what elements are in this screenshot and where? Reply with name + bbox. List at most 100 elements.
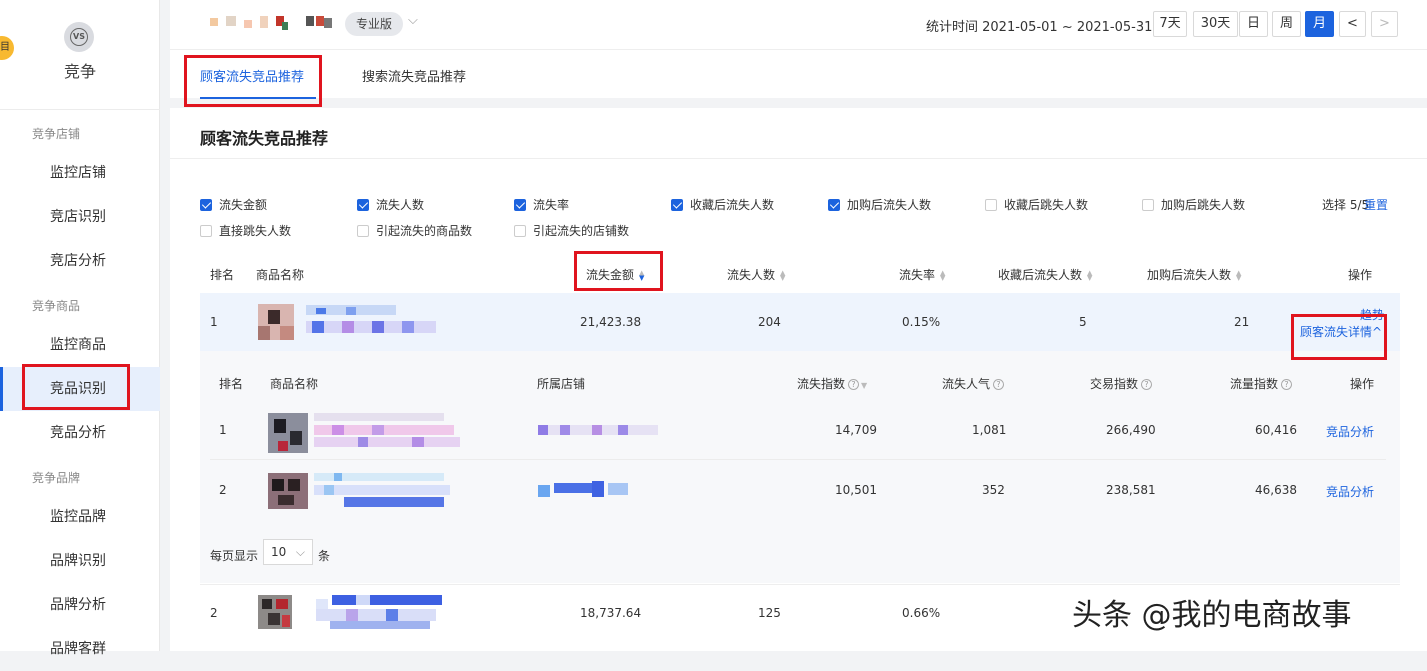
row-rank: 1 xyxy=(210,315,218,329)
loss-detail-toggle[interactable]: 顾客流失详情^ xyxy=(1300,323,1382,340)
metric-label: 流失率 xyxy=(533,198,570,212)
next-period-button[interactable]: > xyxy=(1371,11,1398,37)
checkbox-icon[interactable] xyxy=(357,224,369,237)
header-label: 交易指数 xyxy=(1090,377,1139,391)
sub-col-shop: 所属店铺 xyxy=(537,377,586,391)
product-analysis-link[interactable]: 竞品分析 xyxy=(1326,423,1374,440)
chevron-down-icon[interactable]: ⌵ xyxy=(408,13,418,28)
sidebar-item-monitor-brand[interactable]: 监控品牌 xyxy=(0,495,160,539)
checkbox-checked-icon[interactable] xyxy=(514,198,526,211)
metric-label: 引起流失的店铺数 xyxy=(533,224,630,238)
sidebar-item-product-identify[interactable]: 竞品识别 xyxy=(0,367,160,411)
product-title-blurred[interactable] xyxy=(316,595,446,629)
metric-checkbox[interactable]: 流失人数 xyxy=(357,196,424,213)
metric-checkbox[interactable]: 收藏后跳失人数 xyxy=(985,196,1088,213)
range-week-button[interactable]: 周 xyxy=(1272,11,1301,37)
checkbox-checked-icon[interactable] xyxy=(357,198,369,211)
checkbox-icon[interactable] xyxy=(1142,198,1154,211)
help-icon[interactable]: ? xyxy=(1141,379,1153,390)
trend-link[interactable]: 趋势 xyxy=(1360,306,1384,323)
table-row[interactable]: 1 21,423.38 204 0.15% 5 21 趋势 顾客流失详情^ xyxy=(200,293,1400,351)
sidebar-item-monitor-product[interactable]: 监控商品 xyxy=(0,323,160,367)
col-header-loss-rate[interactable]: 流失率 ▲ ▼ xyxy=(899,266,945,283)
tab-search-loss[interactable]: 搜索流失竞品推荐 xyxy=(362,66,466,85)
main-panel: 顾客流失竞品推荐 流失金额 流失人数 流失率 收藏后流失人数 加购后流失人数 收… xyxy=(170,108,1427,651)
metric-checkbox[interactable]: 流失金额 xyxy=(200,196,267,213)
header-label: 收藏后流失人数 xyxy=(998,268,1083,282)
sub-product-thumbnail[interactable] xyxy=(268,473,308,509)
sort-down-icon[interactable]: ▼ xyxy=(861,381,867,390)
sub-trade-index: 238,581 xyxy=(1106,483,1156,497)
sub-col-trade-index: 交易指数? xyxy=(1090,375,1153,392)
sort-icon[interactable]: ▲ ▼ xyxy=(1087,269,1092,281)
col-header-loss-people[interactable]: 流失人数 ▲ ▼ xyxy=(727,266,785,283)
range-30d-button[interactable]: 30天 xyxy=(1193,11,1238,37)
product-analysis-link[interactable]: 竞品分析 xyxy=(1326,483,1374,500)
help-icon[interactable]: ? xyxy=(993,379,1005,390)
metric-checkbox[interactable]: 流失率 xyxy=(514,196,569,213)
sub-table-row[interactable]: 1 14,709 1,081 266,490 60,416 竞品分析 xyxy=(210,403,1386,460)
sidebar-group-label: 竞争商品 xyxy=(32,299,81,313)
sub-table-row[interactable]: 2 10,501 352 238,581 46,638 竞品分析 xyxy=(210,461,1386,521)
header-label: 流失指数 xyxy=(797,377,846,391)
sidebar-item-shop-analysis[interactable]: 竞店分析 xyxy=(0,239,160,283)
sidebar-item-product-analysis[interactable]: 竞品分析 xyxy=(0,411,160,455)
metric-checkbox[interactable]: 直接跳失人数 xyxy=(200,222,291,239)
metric-checkbox[interactable]: 引起流失的店铺数 xyxy=(514,222,629,239)
page-size-label: 每页显示 xyxy=(210,549,259,563)
sub-product-thumbnail[interactable] xyxy=(268,413,308,453)
sort-icon[interactable]: ▲ ▼ xyxy=(940,269,945,281)
checkbox-icon[interactable] xyxy=(985,198,997,211)
loss-amount: 21,423.38 xyxy=(580,315,642,329)
sub-shop-name-blurred[interactable] xyxy=(538,481,630,497)
tab-customer-loss[interactable]: 顾客流失竞品推荐 xyxy=(200,66,304,85)
checkbox-checked-icon[interactable] xyxy=(671,198,683,211)
range-month-button[interactable]: 月 xyxy=(1305,11,1334,37)
checkbox-checked-icon[interactable] xyxy=(828,198,840,211)
col-header-action: 操作 xyxy=(1348,268,1373,282)
product-title-blurred[interactable] xyxy=(306,305,436,339)
section-divider xyxy=(170,158,1427,159)
sub-product-title-blurred[interactable] xyxy=(314,473,454,507)
sidebar-badge[interactable]: 目 xyxy=(0,36,14,60)
sort-icon[interactable]: ▲ ▼ xyxy=(1236,269,1241,281)
sidebar-group-label: 竞争店铺 xyxy=(32,127,81,141)
sidebar-item-brand-analysis[interactable]: 品牌分析 xyxy=(0,583,160,627)
sidebar-item-monitor-shop[interactable]: 监控店铺 xyxy=(0,151,160,195)
checkbox-checked-icon[interactable] xyxy=(200,198,212,211)
sub-shop-name-blurred[interactable] xyxy=(538,425,658,435)
sort-desc-icon[interactable]: ▲ ▼ xyxy=(639,269,644,281)
col-header-cart-loss[interactable]: 加购后流失人数 ▲ ▼ xyxy=(1147,266,1241,283)
checkbox-icon[interactable] xyxy=(200,224,212,237)
edition-badge[interactable]: 专业版 xyxy=(345,12,403,36)
range-day-button[interactable]: 日 xyxy=(1239,11,1268,37)
metric-checkbox[interactable]: 加购后流失人数 xyxy=(828,196,931,213)
col-header-fav-loss[interactable]: 收藏后流失人数 ▲ ▼ xyxy=(998,266,1092,283)
help-icon[interactable]: ? xyxy=(848,379,860,390)
reset-link[interactable]: 重置 xyxy=(1364,196,1388,213)
sidebar-item-brand-customers[interactable]: 品牌客群 xyxy=(0,627,160,671)
sub-rank: 2 xyxy=(219,483,227,497)
range-7d-button[interactable]: 7天 xyxy=(1153,11,1187,37)
sidebar-item-brand-identify[interactable]: 品牌识别 xyxy=(0,539,160,583)
sidebar-item-shop-identify[interactable]: 竞店识别 xyxy=(0,195,160,239)
sort-icon[interactable]: ▲ ▼ xyxy=(780,269,785,281)
metric-label: 流失金额 xyxy=(219,198,268,212)
page-size-select[interactable]: 10 ⌵ xyxy=(263,539,313,565)
prev-period-button[interactable]: < xyxy=(1339,11,1366,37)
help-icon[interactable]: ? xyxy=(1281,379,1293,390)
watermark: 头条 @我的电商故事 xyxy=(1072,598,1352,633)
page-size-value: 10 xyxy=(271,545,287,559)
sidebar-title: 竞争 xyxy=(63,62,96,81)
sub-col-flow-index: 流量指数? xyxy=(1230,375,1293,392)
product-thumbnail[interactable] xyxy=(258,304,294,340)
metric-checkbox[interactable]: 引起流失的商品数 xyxy=(357,222,472,239)
col-header-loss-amount[interactable]: 流失金额 ▲ ▼ xyxy=(586,266,644,283)
checkbox-icon[interactable] xyxy=(514,224,526,237)
product-thumbnail[interactable] xyxy=(258,595,292,629)
sub-product-title-blurred[interactable] xyxy=(314,413,464,447)
metric-checkbox[interactable]: 收藏后流失人数 xyxy=(671,196,774,213)
stat-time: 统计时间 2021-05-01 ~ 2021-05-31 xyxy=(926,20,1153,35)
sub-col-loss-index[interactable]: 流失指数? ▼ xyxy=(797,375,867,392)
metric-checkbox[interactable]: 加购后跳失人数 xyxy=(1142,196,1245,213)
